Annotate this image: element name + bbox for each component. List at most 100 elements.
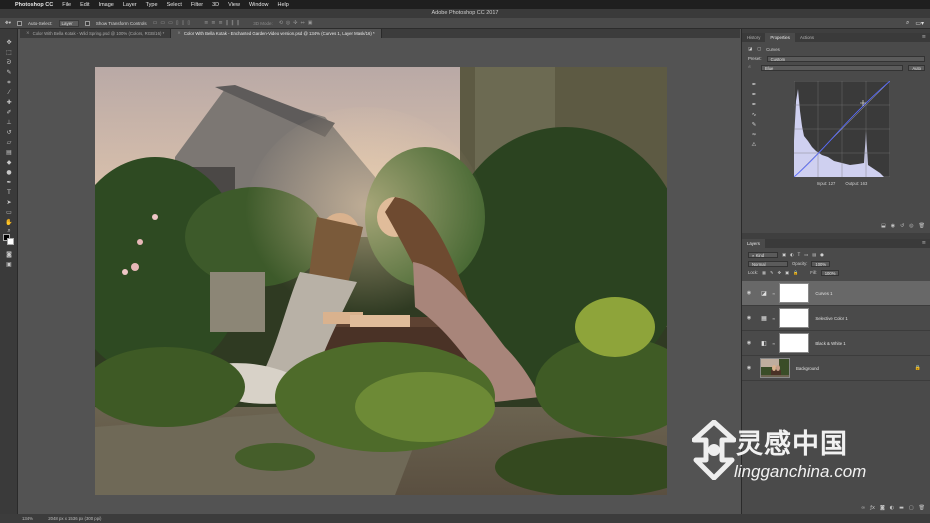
lock-transparent-icon[interactable]: ▦ (762, 270, 766, 275)
close-tab-icon[interactable]: × (26, 31, 30, 36)
layer-row-curves[interactable]: ◉ ◪ ∞ Curves 1 (742, 281, 930, 306)
menu-help[interactable]: Help (278, 2, 289, 8)
quick-select-tool-icon[interactable]: ✎ (4, 69, 14, 77)
eyedropper-tool-icon[interactable]: ⁄ (4, 89, 14, 97)
align-bottom-icon[interactable]: ▭ (168, 20, 173, 26)
clip-to-layer-icon[interactable]: ⬓ (881, 223, 886, 229)
layer-thumbnail[interactable] (760, 358, 790, 378)
move-tool-icon[interactable]: ✥▾ (5, 21, 11, 26)
menu-app-name[interactable]: Photoshop CC (15, 2, 53, 8)
curves-graph[interactable] (794, 81, 890, 177)
curve-point-icon[interactable]: ∿ (750, 111, 758, 119)
menu-layer[interactable]: Layer (123, 2, 137, 8)
layer-mask-icon[interactable]: ▢ (757, 47, 761, 52)
search-icon[interactable]: ⌕ (906, 19, 909, 27)
new-layer-icon[interactable]: ▢ (909, 505, 914, 511)
marquee-tool-icon[interactable]: ⬚ (4, 49, 14, 57)
eraser-tool-icon[interactable]: ▱ (4, 139, 14, 147)
lasso-tool-icon[interactable]: ᘐ (4, 59, 14, 67)
input-field[interactable]: Input: 127 (817, 181, 836, 186)
mask-link-icon[interactable]: ∞ (772, 316, 775, 321)
layer-name[interactable]: Selective Color 1 (815, 316, 847, 321)
lock-pixels-icon[interactable]: ✎ (770, 270, 774, 275)
blend-mode-dropdown[interactable]: Normal (748, 260, 788, 267)
align-vcenter-icon[interactable]: ▭ (160, 20, 165, 26)
hand-tool-icon[interactable]: ✋ (4, 219, 14, 227)
screen-mode-icon[interactable]: ▣ (4, 261, 14, 269)
sample-gray-icon[interactable]: ✒ (750, 91, 758, 99)
3d-mode-icons[interactable]: ⟲ ◎ ✣ ⇔ ▣ (279, 20, 313, 26)
new-adjustment-icon[interactable]: ◐ (890, 505, 894, 511)
align-icons[interactable]: ▭ ▭ ▭ ▯ ▯ ▯ (153, 20, 191, 26)
history-brush-tool-icon[interactable]: ↺ (4, 129, 14, 137)
sample-black-icon[interactable]: ✒ (750, 81, 758, 89)
visibility-eye-icon[interactable]: ◉ (742, 290, 756, 296)
view-previous-icon[interactable]: ◉ (891, 223, 895, 229)
menu-select[interactable]: Select (167, 2, 182, 8)
visibility-eye-icon[interactable]: ◉ (742, 315, 756, 321)
layer-row-selective-color[interactable]: ◉ ▦ ∞ Selective Color 1 (742, 306, 930, 331)
type-tool-icon[interactable]: T (4, 189, 14, 197)
doc-tab-wild-spring[interactable]: × Color With Bella Kotak - Wild Spring.p… (20, 29, 172, 38)
opacity-input[interactable]: 100% (811, 260, 831, 267)
new-group-icon[interactable]: ▬ (899, 505, 904, 511)
filter-smart-icon[interactable]: ▤ (812, 252, 816, 257)
doc-tab-enchanted-garden[interactable]: × Color With Bella Kotak - Enchanted Gar… (171, 29, 382, 38)
auto-select-dropdown[interactable]: Layer (58, 19, 79, 27)
distribute-icons[interactable]: ≡ ≡ ≡ ‖ ‖ ‖ (204, 20, 239, 26)
menu-window[interactable]: Window (249, 2, 269, 8)
layer-name[interactable]: Black & White 1 (815, 341, 845, 346)
document-size[interactable]: 2048 px x 1536 px (300 ppi) (48, 516, 101, 521)
clipping-warning-icon[interactable]: ⚠ (750, 141, 758, 149)
transform-controls-checkbox[interactable] (84, 20, 90, 26)
document-image[interactable] (95, 67, 667, 495)
menu-type[interactable]: Type (146, 2, 158, 8)
distribute-6-icon[interactable]: ‖ (237, 20, 240, 26)
mask-link-icon[interactable]: ∞ (772, 341, 775, 346)
preset-dropdown[interactable]: Custom (766, 55, 925, 62)
curve-pencil-icon[interactable]: ✎ (750, 121, 758, 129)
zoom-level[interactable]: 134% (22, 516, 33, 521)
workspace-icon[interactable]: ▭▾ (915, 20, 924, 27)
output-value[interactable]: 163 (860, 181, 867, 186)
gradient-tool-icon[interactable]: ▤ (4, 149, 14, 157)
menu-3d[interactable]: 3D (212, 2, 219, 8)
healing-tool-icon[interactable]: ✚ (4, 99, 14, 107)
layer-lock-icon[interactable]: 🔒 (915, 365, 921, 371)
layer-row-black-white[interactable]: ◉ ◧ ∞ Black & White 1 (742, 331, 930, 356)
lock-position-icon[interactable]: ✥ (778, 270, 782, 275)
layer-mask-thumbnail[interactable] (779, 283, 810, 303)
menu-file[interactable]: File (62, 2, 71, 8)
pen-tool-icon[interactable]: ✒ (4, 179, 14, 187)
lock-all-icon[interactable]: 🔒 (793, 270, 798, 276)
filter-type-icon[interactable]: T (798, 252, 801, 257)
visibility-eye-icon[interactable]: ◉ (742, 365, 756, 371)
3d-pan-icon[interactable]: ✣ (293, 20, 297, 26)
close-tab-icon[interactable]: × (177, 31, 181, 36)
panel-menu-icon[interactable]: ≡ (922, 239, 930, 248)
dodge-tool-icon[interactable]: ● (4, 169, 14, 177)
menu-filter[interactable]: Filter (191, 2, 203, 8)
auto-select-checkbox[interactable] (17, 20, 23, 26)
tab-actions[interactable]: Actions (795, 33, 819, 42)
visibility-icon[interactable]: ◎ (909, 223, 913, 229)
background-color-swatch[interactable] (7, 238, 14, 245)
reset-icon[interactable]: ↺ (900, 223, 904, 229)
panel-menu-icon[interactable]: ≡ (922, 33, 930, 42)
distribute-3-icon[interactable]: ≡ (219, 20, 223, 26)
layer-name[interactable]: Curves 1 (815, 291, 832, 296)
kind-filter-dropdown[interactable]: ⌕ Kind (748, 251, 778, 258)
distribute-2-icon[interactable]: ≡ (211, 20, 215, 26)
layer-name[interactable]: Background (796, 366, 819, 371)
3d-orbit-icon[interactable]: ⟲ (279, 20, 283, 26)
link-layers-icon[interactable]: ∞ (861, 505, 865, 511)
crop-tool-icon[interactable]: ⌗ (4, 79, 14, 87)
menu-edit[interactable]: Edit (80, 2, 89, 8)
menu-image[interactable]: Image (99, 2, 114, 8)
filter-adjustment-icon[interactable]: ◐ (790, 252, 794, 257)
3d-scale-icon[interactable]: ▣ (308, 20, 313, 26)
clone-stamp-tool-icon[interactable]: ⊥ (4, 119, 14, 127)
output-field[interactable]: Output: 163 (845, 181, 867, 186)
sample-white-icon[interactable]: ✒ (750, 101, 758, 109)
align-hcenter-icon[interactable]: ▯ (182, 20, 185, 26)
